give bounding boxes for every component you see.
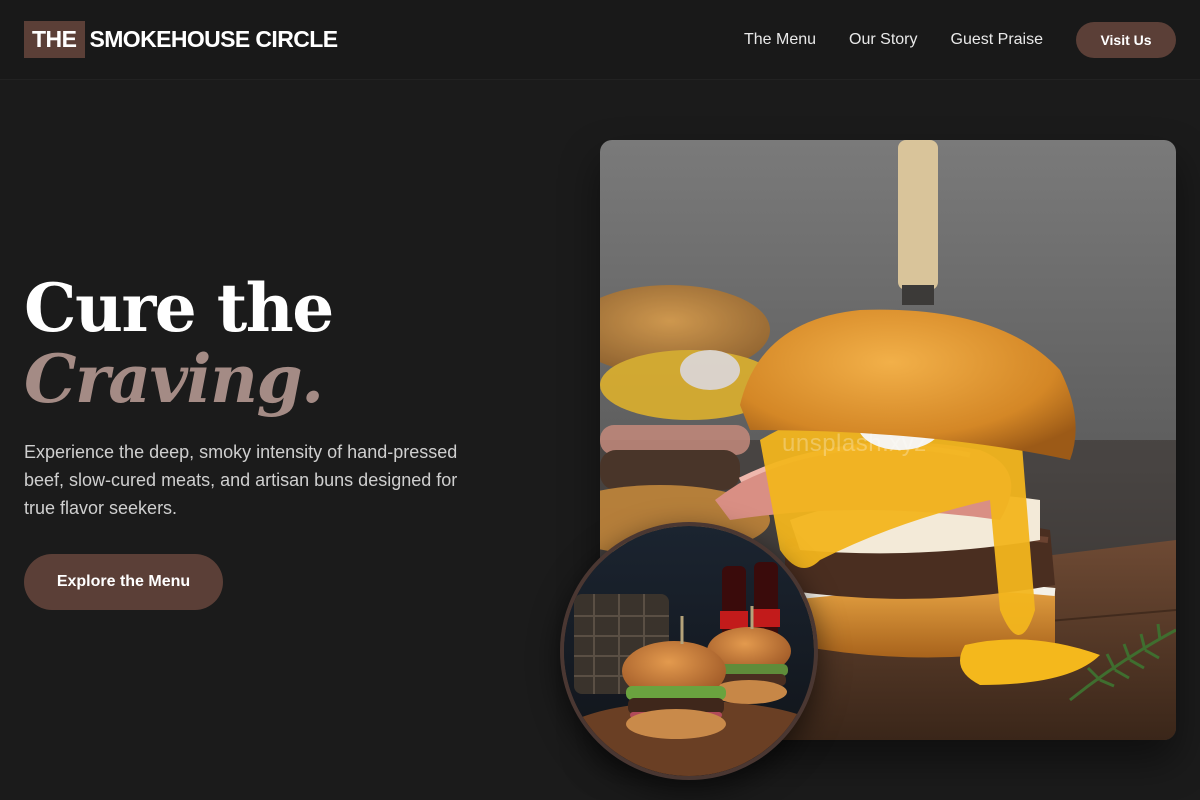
image-watermark: unsplash.xyz	[782, 430, 927, 457]
two-burgers-photo-illustration	[564, 526, 814, 776]
explore-menu-button[interactable]: Explore the Menu	[24, 554, 223, 610]
logo[interactable]: THE SMOKEHOUSE CIRCLE	[24, 21, 339, 58]
logo-name: SMOKEHOUSE CIRCLE	[89, 26, 339, 52]
hero-description: Experience the deep, smoky intensity of …	[24, 442, 458, 518]
landing-page: THE SMOKEHOUSE CIRCLE The Menu Our Story…	[0, 0, 1200, 800]
hero-headline: Cure the Craving.	[24, 269, 334, 418]
visit-us-button[interactable]: Visit Us	[1076, 22, 1176, 58]
headline-line-1: Cure the	[24, 269, 334, 347]
nav-link-guest-praise[interactable]: Guest Praise	[951, 31, 1043, 49]
inset-burgers-image	[560, 522, 818, 780]
site-header: THE SMOKEHOUSE CIRCLE The Menu Our Story…	[0, 0, 1200, 80]
nav-link-our-story[interactable]: Our Story	[849, 31, 917, 49]
headline-line-2: Craving.	[24, 340, 324, 418]
main-nav: The Menu Our Story Guest Praise Visit Us	[744, 22, 1176, 58]
logo-prefix: THE	[24, 21, 85, 58]
nav-link-the-menu[interactable]: The Menu	[744, 31, 816, 49]
